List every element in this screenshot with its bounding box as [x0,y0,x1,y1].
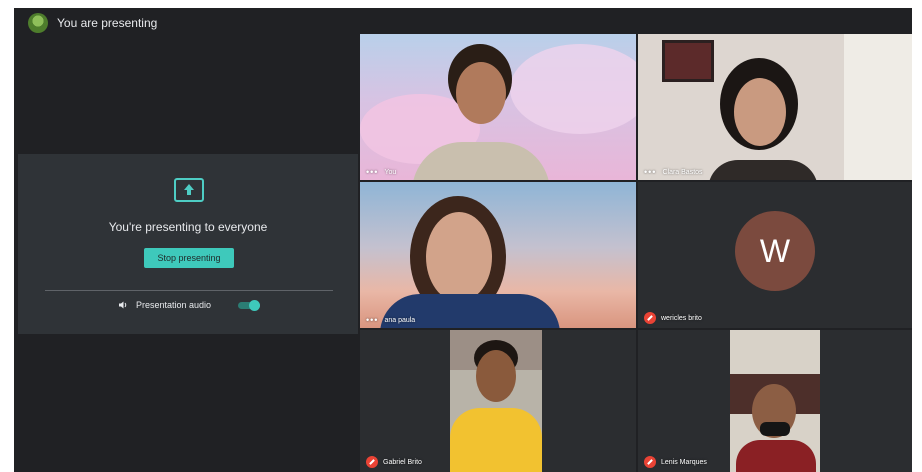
user-avatar[interactable] [28,13,48,33]
more-options-icon[interactable]: ••• [366,168,378,177]
presenting-message: You're presenting to everyone [108,220,268,234]
more-options-icon[interactable]: ••• [644,168,656,177]
mic-off-icon [644,456,656,468]
stop-presenting-button[interactable]: Stop presenting [144,248,234,268]
presentation-panel: You're presenting to everyone Stop prese… [18,154,358,334]
participant-tile-lenis-marques[interactable]: Lenis Marques [638,330,912,472]
participant-label: ••• Clara Bastos [644,167,703,177]
participant-tile-clara-bastos[interactable]: ••• Clara Bastos [638,34,912,180]
participant-tile-wericles-brito[interactable]: W wericles brito [638,182,912,328]
participant-tile-gabriel-brito[interactable]: Gabriel Brito [360,330,636,472]
participant-tile-ana-paula[interactable]: ••• ana paula [360,182,636,328]
participant-avatar: W [735,211,815,291]
presentation-audio-label: Presentation audio [136,300,212,310]
mic-off-icon [644,312,656,324]
meeting-window: You are presenting You're presenting to … [14,8,912,472]
participant-label: ••• You [366,167,397,177]
presenting-status: You are presenting [57,16,158,30]
participant-label: ••• ana paula [366,315,416,325]
participant-label: Gabriel Brito [366,456,422,468]
divider [45,290,333,291]
mic-off-icon [366,456,378,468]
presentation-audio-row: Presentation audio [118,300,211,310]
participant-label: Lenis Marques [644,456,707,468]
present-screen-icon [174,178,204,202]
speaker-icon [119,301,127,309]
participant-tile-you[interactable]: ••• You [360,34,636,180]
presentation-audio-toggle[interactable] [238,300,260,311]
more-options-icon[interactable]: ••• [366,316,378,325]
participant-label: wericles brito [644,312,702,324]
